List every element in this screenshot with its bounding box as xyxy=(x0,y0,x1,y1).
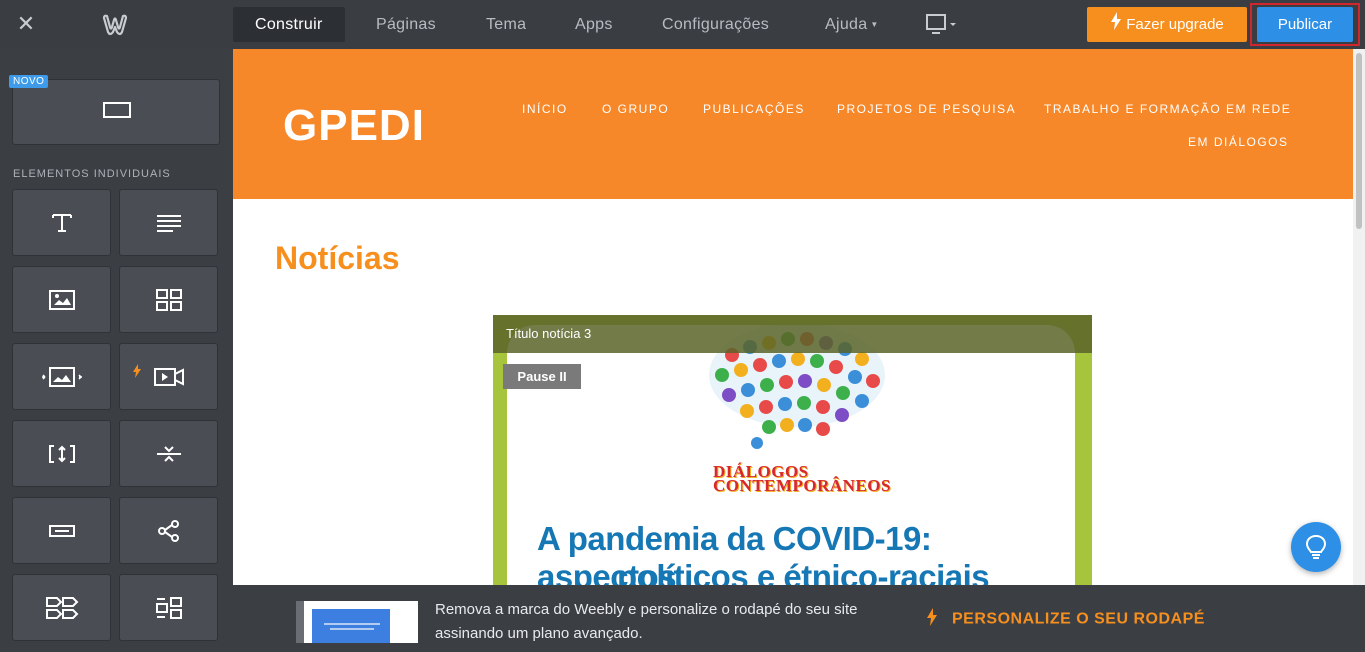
button-icon xyxy=(48,524,75,537)
site-title[interactable]: GPEDI xyxy=(283,101,425,151)
slideshow-icon xyxy=(41,366,82,387)
video-icon xyxy=(153,367,184,386)
nav-link-projetos[interactable]: PROJETOS DE PESQUISA xyxy=(837,102,1016,116)
new-element-tile[interactable] xyxy=(12,79,220,145)
footer-upgrade-banner: Remova a marca do Weebly e personalize o… xyxy=(233,585,1365,652)
lightbulb-icon xyxy=(1305,534,1327,559)
nav-link-o-grupo[interactable]: O GRUPO xyxy=(602,102,669,116)
video-element-tile[interactable] xyxy=(119,343,218,410)
customize-footer-link[interactable]: PERSONALIZE O SEU RODAPÉ xyxy=(926,608,1205,631)
slide-title-bar: Título notícia 3 xyxy=(493,315,1092,353)
weebly-logo-icon[interactable] xyxy=(101,11,129,39)
news-slideshow[interactable]: DIÁLOGOS CONTEMPORÂNEOS A pandemia da CO… xyxy=(493,315,1092,585)
bolt-icon xyxy=(133,364,141,378)
form-icon xyxy=(45,596,78,619)
desktop-icon[interactable] xyxy=(925,13,959,37)
site-canvas: GPEDI INÍCIO O GRUPO PUBLICAÇÕES PROJETO… xyxy=(233,49,1353,585)
pause-button[interactable]: Pause II xyxy=(503,364,581,389)
section-title: ELEMENTOS INDIVIDUAIS xyxy=(13,168,171,180)
chevron-down-icon: ▼ xyxy=(870,20,879,30)
scrollbar-thumb[interactable] xyxy=(1356,53,1362,229)
upgrade-label: Fazer upgrade xyxy=(1126,16,1224,33)
customize-footer-label: PERSONALIZE O SEU RODAPÉ xyxy=(952,610,1205,628)
nav-link-publicacoes[interactable]: PUBLICAÇÕES xyxy=(703,102,805,116)
help-button[interactable] xyxy=(1291,522,1341,572)
social-element-tile[interactable] xyxy=(119,497,218,564)
slideshow-element-tile[interactable] xyxy=(12,343,111,410)
columns-icon xyxy=(155,596,182,619)
form-element-tile[interactable] xyxy=(12,574,111,641)
dialogos-logo-text: DIÁLOGOS CONTEMPORÂNEOS xyxy=(713,462,891,495)
tab-apps[interactable]: Apps xyxy=(553,7,635,42)
publish-button[interactable]: Publicar xyxy=(1257,7,1353,42)
social-icon xyxy=(157,519,179,542)
text-element-tile[interactable] xyxy=(119,189,218,256)
upgrade-button[interactable]: Fazer upgrade xyxy=(1087,7,1247,42)
tab-paginas[interactable]: Páginas xyxy=(354,7,458,42)
title-element-tile[interactable] xyxy=(12,189,111,256)
gallery-icon xyxy=(155,288,182,311)
nav-link-trabalho[interactable]: TRABALHO E FORMAÇÃO EM REDE xyxy=(1044,102,1291,116)
tab-ajuda-label: Ajuda xyxy=(825,16,868,33)
tab-configuracoes[interactable]: Configurações xyxy=(640,7,791,42)
text-icon xyxy=(156,214,181,232)
spacer-element-tile[interactable] xyxy=(12,420,111,487)
image-icon xyxy=(48,289,75,310)
divider-icon xyxy=(156,445,181,462)
close-icon[interactable]: ✕ xyxy=(14,12,38,36)
bolt-icon xyxy=(1110,8,1122,43)
section-icon xyxy=(103,102,131,118)
slide-headline-line2: políticos e étnico-raciais xyxy=(617,558,990,585)
gallery-element-tile[interactable] xyxy=(119,266,218,333)
image-element-tile[interactable] xyxy=(12,266,111,333)
footer-preview-bar xyxy=(312,609,390,643)
tab-tema[interactable]: Tema xyxy=(464,7,548,42)
tab-construir[interactable]: Construir xyxy=(233,7,345,42)
top-toolbar: ✕ Construir Páginas Tema Apps Configuraç… xyxy=(0,0,1365,49)
tab-ajuda[interactable]: Ajuda ▼ xyxy=(803,7,901,42)
nav-link-inicio[interactable]: INÍCIO xyxy=(522,102,568,116)
footer-banner-text: Remova a marca do Weebly e personalize o… xyxy=(435,601,858,642)
divider-element-tile[interactable] xyxy=(119,420,218,487)
page-title[interactable]: Notícias xyxy=(275,240,399,277)
slide-image: DIÁLOGOS CONTEMPORÂNEOS A pandemia da CO… xyxy=(507,323,1075,585)
elements-sidebar: NOVO ELEMENTOS INDIVIDUAIS xyxy=(0,49,233,652)
columns-element-tile[interactable] xyxy=(119,574,218,641)
button-element-tile[interactable] xyxy=(12,497,111,564)
spacer-icon xyxy=(48,444,75,463)
footer-preview-thumbnail xyxy=(296,601,418,643)
new-badge: NOVO xyxy=(9,75,49,88)
canvas-scrollbar[interactable] xyxy=(1353,49,1365,585)
bolt-icon xyxy=(926,608,938,631)
nav-link-em-dialogos[interactable]: EM DIÁLOGOS xyxy=(1188,135,1289,149)
slide-title: Título notícia 3 xyxy=(506,326,592,341)
publish-highlight: Publicar xyxy=(1250,3,1360,46)
site-header: GPEDI INÍCIO O GRUPO PUBLICAÇÕES PROJETO… xyxy=(233,49,1353,199)
title-icon xyxy=(51,213,72,232)
